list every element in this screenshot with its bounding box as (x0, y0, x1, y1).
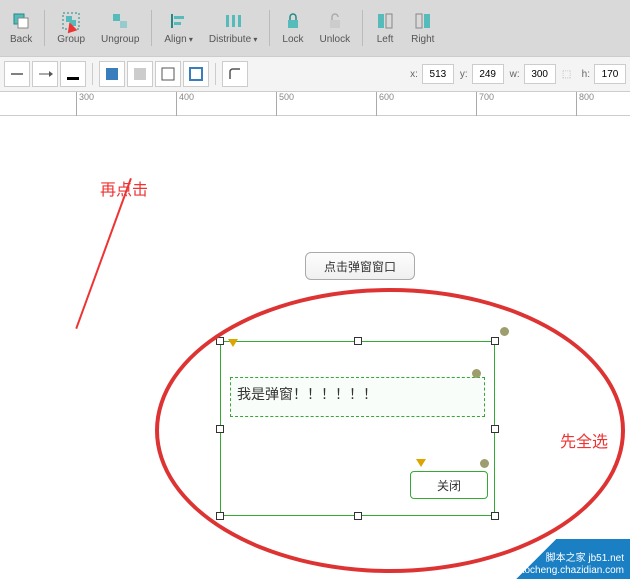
align-icon (169, 11, 189, 31)
resize-handle-ne[interactable] (491, 337, 499, 345)
separator (362, 10, 363, 46)
close-button-label: 关闭 (437, 477, 461, 494)
unlock-button[interactable]: Unlock (312, 9, 359, 47)
lock-button[interactable]: Lock (274, 9, 311, 47)
unlock-label: Unlock (320, 34, 351, 45)
align-label: Align (164, 34, 193, 45)
separator (215, 63, 216, 85)
resize-handle-se[interactable] (491, 512, 499, 520)
distribute-icon (223, 11, 243, 31)
left-icon (375, 11, 395, 31)
distribute-button[interactable]: Distribute (201, 9, 266, 47)
main-toolbar: Back Group Ungroup Align Distribute Lock… (0, 0, 630, 56)
close-button-widget[interactable]: 关闭 (410, 471, 488, 499)
watermark-text: 脚本之家 jb51.net jiaocheng.chazidian.com (514, 553, 624, 577)
selected-group[interactable]: 我是弹窗！！！！！！ 关闭 (220, 341, 495, 516)
annotation-select-first: 先全选 (560, 428, 608, 452)
resize-handle-e[interactable] (491, 425, 499, 433)
watermark: 脚本之家 jb51.net jiaocheng.chazidian.com (480, 539, 630, 579)
popup-text-content: 我是弹窗！！！！！！ (231, 378, 484, 410)
border-color-button[interactable] (183, 61, 209, 87)
rotation-handle[interactable] (480, 459, 489, 468)
horizontal-ruler: 300 400 500 600 700 800 (0, 92, 630, 116)
separator (44, 10, 45, 46)
x-input[interactable] (422, 64, 454, 84)
ruler-tick: 700 (476, 92, 494, 116)
h-label: h: (582, 69, 590, 80)
back-label: Back (10, 34, 32, 45)
link-dimensions-icon[interactable]: ⬚ (558, 64, 576, 84)
resize-handle-s[interactable] (354, 512, 362, 520)
opacity-button[interactable] (127, 61, 153, 87)
separator (269, 10, 270, 46)
distribute-label: Distribute (209, 34, 258, 45)
border-style-button[interactable] (155, 61, 181, 87)
rotation-handle[interactable] (472, 369, 481, 378)
resize-handle-w[interactable] (216, 425, 224, 433)
sub-toolbar: x: y: w: ⬚ h: (0, 56, 630, 92)
back-icon (11, 11, 31, 31)
right-button[interactable]: Right (403, 9, 442, 47)
line-color-button[interactable] (60, 61, 86, 87)
arrow-style-button[interactable] (32, 61, 58, 87)
lock-icon (283, 11, 303, 31)
ruler-tick: 500 (276, 92, 294, 116)
popup-text-widget[interactable]: 我是弹窗！！！！！！ (230, 377, 485, 417)
right-label: Right (411, 34, 434, 45)
ruler-tick: 600 (376, 92, 394, 116)
popup-trigger-button[interactable]: 点击弹窗窗口 (305, 252, 415, 280)
unlock-icon (325, 11, 345, 31)
group-label: Group (57, 34, 85, 45)
separator (92, 63, 93, 85)
design-canvas[interactable]: 点击弹窗窗口 我是弹窗！！！！！！ 关闭 再点击 先全选 脚本之家 jb51 (0, 116, 630, 579)
popup-trigger-label: 点击弹窗窗口 (324, 258, 396, 275)
y-label: y: (460, 69, 468, 80)
line-style-button[interactable] (4, 61, 30, 87)
y-input[interactable] (472, 64, 504, 84)
resize-handle-nw[interactable] (216, 337, 224, 345)
lock-label: Lock (282, 34, 303, 45)
corner-radius-button[interactable] (222, 61, 248, 87)
ungroup-button[interactable]: Ungroup (93, 9, 147, 47)
right-icon (413, 11, 433, 31)
x-label: x: (410, 69, 418, 80)
ungroup-icon (110, 11, 130, 31)
left-label: Left (377, 34, 394, 45)
resize-handle-sw[interactable] (216, 512, 224, 520)
ruler-tick: 400 (176, 92, 194, 116)
ungroup-label: Ungroup (101, 34, 139, 45)
rotation-handle[interactable] (500, 327, 509, 336)
resize-handle-n[interactable] (354, 337, 362, 345)
w-input[interactable] (524, 64, 556, 84)
selection-marker-icon (416, 459, 426, 467)
align-button[interactable]: Align (156, 9, 201, 47)
separator (151, 10, 152, 46)
ruler-tick: 300 (76, 92, 94, 116)
annotation-arrow (75, 178, 132, 329)
h-input[interactable] (594, 64, 626, 84)
back-button[interactable]: Back (2, 9, 40, 47)
left-button[interactable]: Left (367, 9, 403, 47)
ruler-tick: 800 (576, 92, 594, 116)
selection-marker-icon (228, 339, 238, 347)
w-label: w: (510, 69, 520, 80)
fill-color-button[interactable] (99, 61, 125, 87)
